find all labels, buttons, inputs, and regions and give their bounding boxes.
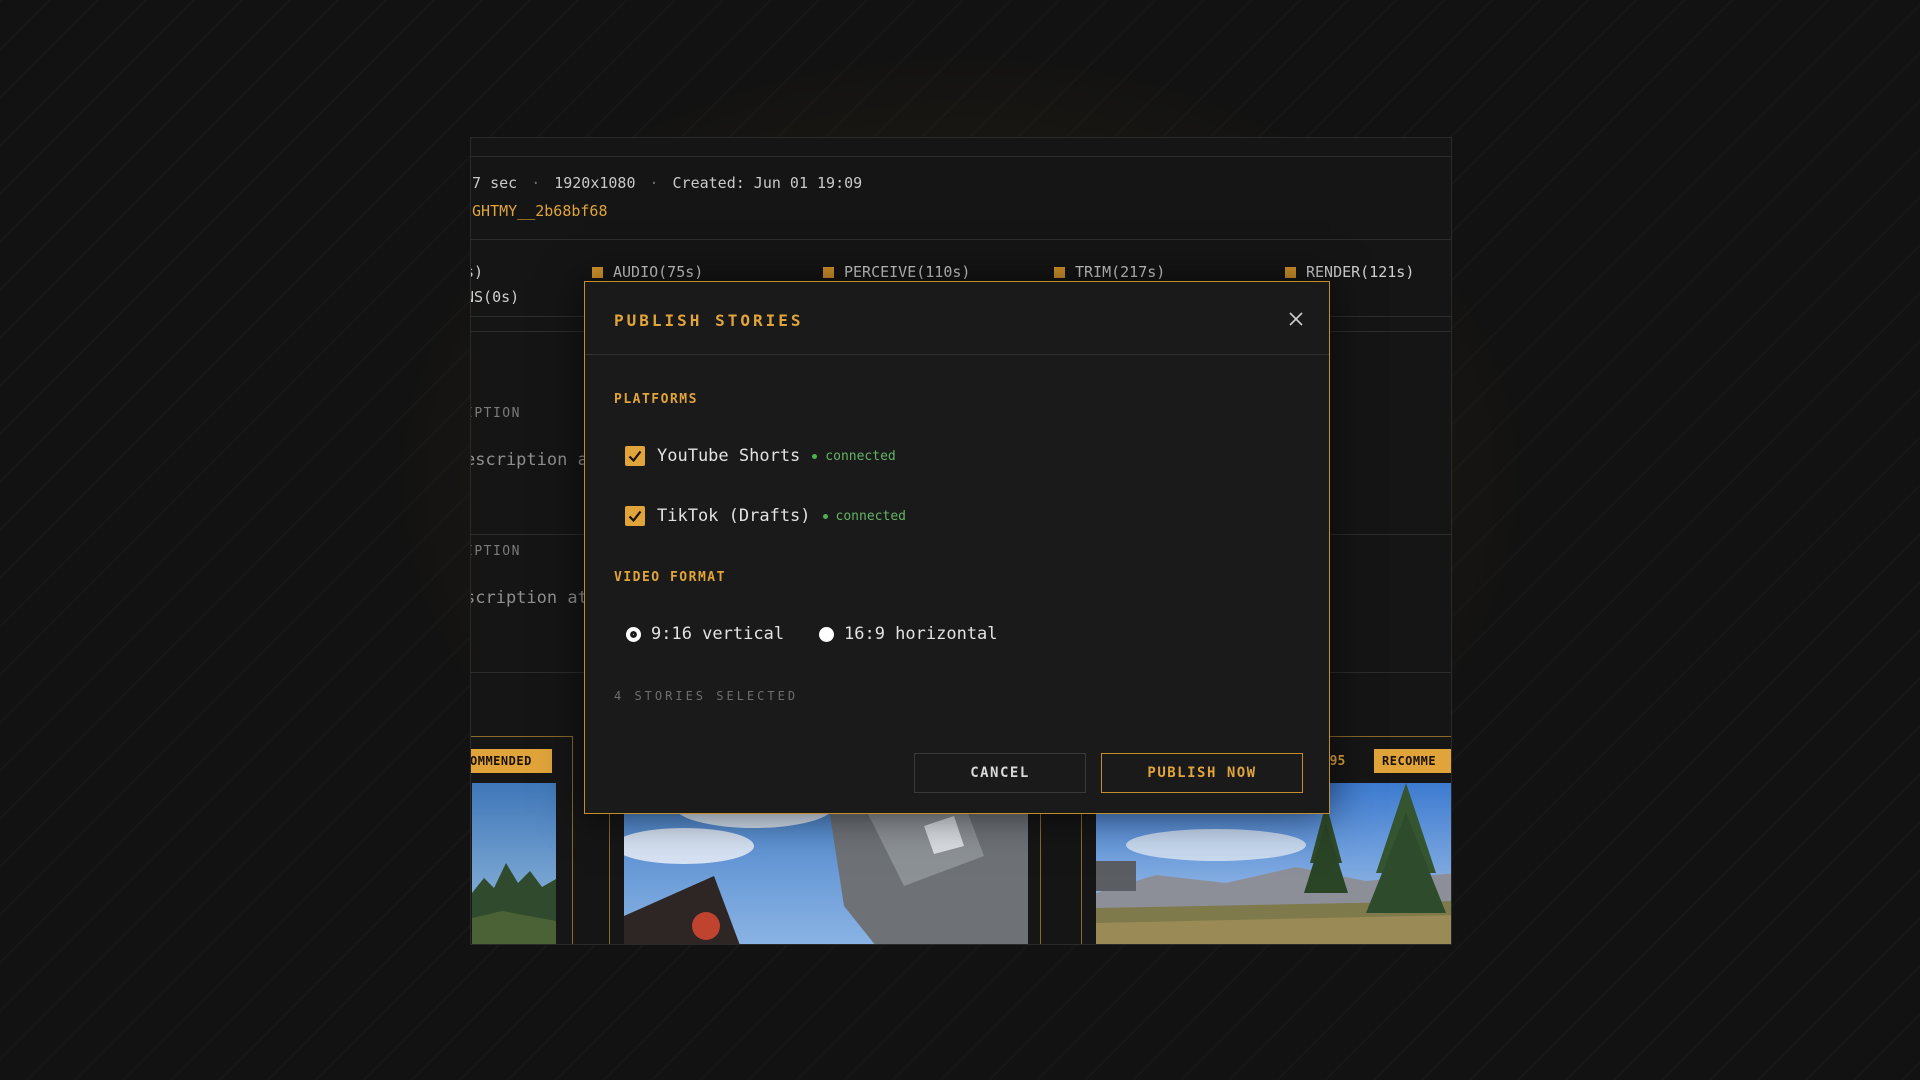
radio-selected-icon[interactable]	[626, 626, 641, 642]
created-text: Created: Jun 01 19:09	[672, 174, 863, 192]
description-text[interactable]: escription a	[471, 450, 588, 470]
cancel-button[interactable]: CANCEL	[914, 753, 1086, 793]
description-text[interactable]: scription at	[471, 588, 588, 608]
square-bullet-icon	[592, 266, 603, 278]
duration-text: 57 sec	[471, 174, 518, 192]
recommended-badge: OMMENDED	[471, 749, 552, 773]
platform-name: YouTube Shorts	[657, 446, 801, 466]
video-id: IGHTMY__2b68bf68	[470, 202, 608, 220]
format-label: 16:9 horizontal	[844, 624, 998, 644]
dialog-header-divider	[585, 354, 1329, 355]
status-dot-icon	[822, 513, 828, 519]
section-label: IPTION	[470, 544, 521, 559]
format-option-horizontal[interactable]: 16:9 horizontal	[819, 624, 998, 644]
connection-status: connected	[812, 449, 896, 464]
publish-now-button[interactable]: PUBLISH NOW	[1101, 753, 1303, 793]
format-option-vertical[interactable]: 9:16 vertical	[626, 624, 784, 644]
stage-render: RENDER(121s)	[1285, 263, 1414, 281]
square-bullet-icon	[1285, 266, 1296, 278]
platform-youtube-shorts[interactable]: YouTube Shorts connected	[625, 446, 896, 466]
stage-perceive: PERCEIVE(110s)	[823, 263, 970, 281]
stage-partial-b: NS(0s)	[470, 288, 520, 306]
stage-partial-a: s)	[471, 263, 484, 281]
publish-stories-dialog: PUBLISH STORIES PLATFORMS YouTube Shorts…	[584, 281, 1330, 814]
square-bullet-icon	[1054, 266, 1065, 278]
youtube-shorts-checkbox[interactable]	[625, 446, 645, 466]
platforms-label: PLATFORMS	[614, 392, 698, 407]
platform-tiktok-drafts[interactable]: TikTok (Drafts) connected	[625, 506, 906, 526]
checkmark-icon	[628, 510, 642, 523]
stage-audio: AUDIO(75s)	[592, 263, 703, 281]
resolution-text: 1920x1080	[554, 174, 636, 192]
format-label: 9:16 vertical	[651, 624, 785, 644]
divider	[471, 239, 1451, 240]
story-thumbnail	[472, 783, 556, 944]
section-label: IPTION	[470, 406, 521, 421]
panel-top-border	[471, 156, 1451, 157]
dialog-title: PUBLISH STORIES	[614, 311, 804, 330]
platform-name: TikTok (Drafts)	[657, 506, 811, 526]
status-dot-icon	[812, 453, 818, 459]
close-icon	[1289, 312, 1303, 326]
radio-unselected-icon[interactable]	[819, 626, 834, 642]
tiktok-drafts-checkbox[interactable]	[625, 506, 645, 526]
close-button[interactable]	[1285, 308, 1307, 330]
video-format-label: VIDEO FORMAT	[614, 570, 726, 585]
connection-status: connected	[822, 509, 906, 524]
selected-count: 4 STORIES SELECTED	[614, 689, 799, 703]
checkmark-icon	[628, 450, 642, 463]
story-card[interactable]: OMMENDED	[471, 736, 573, 944]
recommended-badge: RECOMME	[1374, 749, 1451, 773]
stage-trim: TRIM(217s)	[1054, 263, 1165, 281]
video-meta-line: 57 sec·1920x1080·Created: Jun 01 19:09	[471, 174, 863, 192]
square-bullet-icon	[823, 266, 834, 278]
